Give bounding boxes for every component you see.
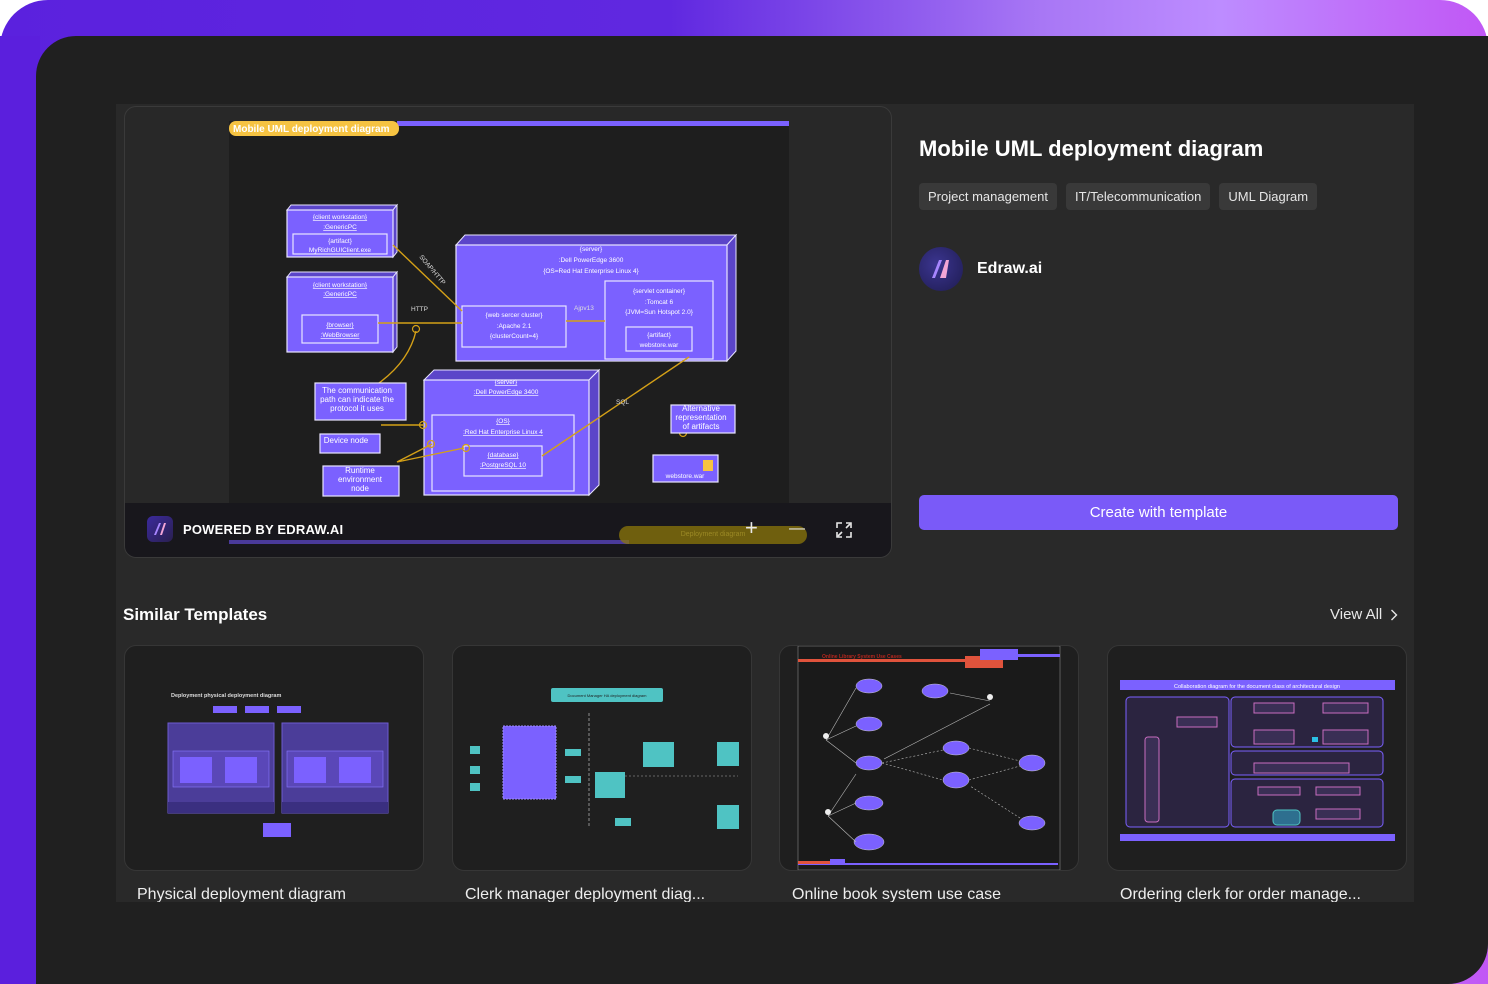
svg-text:{artifact}: {artifact} [328,238,353,245]
template-card-online-book[interactable]: Online Library System Use Cases [779,645,1079,871]
svg-text:webstore.war: webstore.war [665,473,705,480]
node-client-workstation-2: {client workstation} :GenericPC {browser… [285,270,399,354]
svg-text:{client workstation}: {client workstation} [313,282,368,289]
template-card-physical-deployment[interactable]: Deployment physical deployment diagram [124,645,424,871]
note-runtime-environment: Runtime environment node [322,465,400,497]
svg-text:{servlet container}: {servlet container} [633,288,686,295]
svg-text:The communication: The communication [322,386,392,395]
label-ajp: Ajpv13 [574,305,594,312]
svg-text::Red Hat Enterprise Linux 4: :Red Hat Enterprise Linux 4 [463,429,543,436]
node-client-workstation-1: {client workstation} :GenericPC {artifac… [285,203,399,259]
diagram-canvas: .nd{fill:#7b61ff;stroke:#e8e4ff;stroke-w… [229,121,789,506]
edraw-logo-icon [932,260,949,278]
template-preview[interactable]: .nd{fill:#7b61ff;stroke:#e8e4ff;stroke-w… [124,106,892,558]
svg-text:environment: environment [338,475,383,484]
template-title: Mobile UML deployment diagram [919,136,1264,161]
powered-by: POWERED BY EDRAW.AI [147,516,343,542]
artifact-webstore: webstore.war [652,454,719,483]
svg-text:{OS=Red Hat Enterprise Linux 4: {OS=Red Hat Enterprise Linux 4} [543,268,639,275]
card-thumbnail: Deployment physical deployment diagram [167,693,389,837]
minimap-track [229,540,629,544]
svg-text::Dell PowerEdge 3600: :Dell PowerEdge 3600 [559,257,624,264]
chevron-right-icon [1391,609,1398,620]
svg-text:Deployment physical deployment: Deployment physical deployment diagram [171,693,281,699]
label-http: HTTP [411,306,428,313]
svg-text:{artifact}: {artifact} [647,332,672,339]
svg-text:{server}: {server} [580,246,603,253]
svg-text:Collaboration diagram for the: Collaboration diagram for the document c… [1174,684,1340,690]
create-with-template-button[interactable]: Create with template [919,495,1398,530]
svg-text:protocol it uses: protocol it uses [330,404,384,413]
view-all-link[interactable]: View All [1330,606,1398,623]
svg-text:Device node: Device node [324,436,369,445]
svg-text:MyRichGUIClient.exe: MyRichGUIClient.exe [309,247,372,254]
template-card-ordering-clerk[interactable]: Collaboration diagram for the document c… [1107,645,1407,871]
deployment-diagram: .nd{fill:#7b61ff;stroke:#e8e4ff;stroke-w… [229,121,789,497]
author[interactable]: Edraw.ai [919,247,1042,291]
svg-text::Tomcat 6: :Tomcat 6 [645,299,674,306]
svg-text:{web sercer cluster}: {web sercer cluster} [485,312,543,319]
svg-text::Apache 2.1: :Apache 2.1 [497,323,532,330]
zoom-in-button[interactable]: + [745,517,758,539]
note-alternative-representation: Alternative representation of artifacts [670,404,736,434]
author-name: Edraw.ai [977,260,1043,277]
note-device-node: Device node [319,433,381,454]
svg-text:{browser}: {browser} [326,322,354,329]
svg-text::Dell PowerEdge 3400: :Dell PowerEdge 3400 [474,389,539,396]
tag-project-management[interactable]: Project management [919,183,1057,210]
svg-text:representation: representation [675,413,726,422]
device-frame-left [0,36,40,984]
avatar [919,247,963,291]
svg-text:{client workstation}: {client workstation} [313,214,368,221]
note-communication-path: The communication path can indicate the … [314,382,407,421]
fullscreen-icon [836,522,852,538]
tag-uml-diagram[interactable]: UML Diagram [1219,183,1318,210]
fullscreen-button[interactable] [835,521,853,544]
svg-text:Runtime: Runtime [345,466,375,475]
preview-toolbar: POWERED BY EDRAW.AI Deployment diagram +… [125,503,891,557]
svg-text:Document Manager HA deployment: Document Manager HA deployment diagram [568,693,648,698]
svg-text:path can indicate the: path can indicate the [320,395,394,404]
svg-text:{clusterCount=4}: {clusterCount=4} [490,333,539,340]
svg-text:{JVM=Sun Hotspot 2.0}: {JVM=Sun Hotspot 2.0} [625,309,694,316]
svg-text::GenericPC: :GenericPC [323,224,357,231]
svg-text:node: node [351,484,369,493]
zoom-out-button[interactable]: — [789,519,805,539]
svg-text:{database}: {database} [487,452,519,459]
card-thumbnail: Document Manager HA deployment diagram [470,688,739,829]
svg-text:{OS}: {OS} [496,418,511,425]
svg-text:webstore.war: webstore.war [639,342,679,349]
node-server-dell-3400: {server} :Dell PowerEdge 3400 {OS} :Red … [422,368,601,497]
tag-list: Project management IT/Telecommunication … [919,183,1318,210]
card-thumbnail: Online Library System Use Cases [797,646,1061,870]
svg-text::GenericPC: :GenericPC [323,291,357,298]
template-card-clerk-manager[interactable]: Document Manager HA deployment diagram [452,645,752,871]
view-all-label: View All [1330,606,1383,623]
svg-text:Online Library System Use Case: Online Library System Use Cases [822,654,902,660]
svg-text::PostgreSQL 10: :PostgreSQL 10 [480,462,526,469]
diagram-title: Mobile UML deployment diagram [233,124,390,135]
card-thumbnail: Collaboration diagram for the document c… [1120,680,1395,841]
panel-bottom-edge [116,902,1414,912]
powered-by-text: POWERED BY EDRAW.AI [183,521,344,537]
edraw-logo-icon [147,516,173,542]
minimap-thumbnail[interactable]: Deployment diagram [619,526,807,544]
similar-templates-heading: Similar Templates [123,605,268,624]
svg-text:{server}: {server} [495,379,518,386]
title-bar-line [397,121,789,126]
svg-text:Alternative: Alternative [682,404,720,413]
tag-it-telecommunication[interactable]: IT/Telecommunication [1065,183,1211,210]
svg-text:of artifacts: of artifacts [683,422,720,431]
label-sql: SQL [616,399,629,406]
node-server-dell-3600: {server} :Dell PowerEdge 3600 {OS=Red Ha… [454,233,738,363]
svg-text::WebBrowser: :WebBrowser [321,332,361,339]
